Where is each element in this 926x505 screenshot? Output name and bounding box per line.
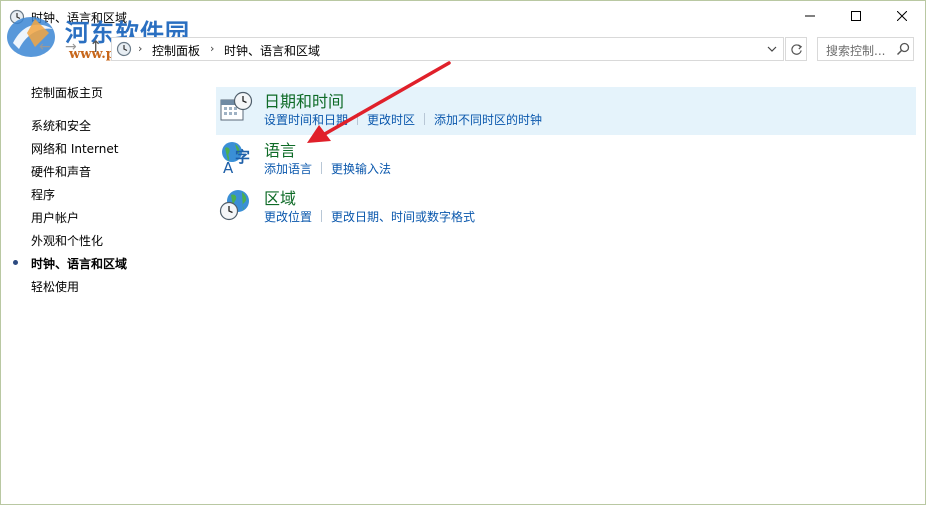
maximize-icon	[851, 11, 861, 21]
sidebar-item-hardware-sound[interactable]: 硬件和声音	[31, 163, 91, 180]
breadcrumb-clock-language-region[interactable]: 时钟、语言和区域	[224, 42, 320, 59]
link-add-language[interactable]: 添加语言	[264, 162, 312, 176]
category-date-time[interactable]: 日期和时间 设置时间和日期 更改时区 添加不同时区的时钟	[216, 87, 916, 135]
clock-globe-icon	[116, 41, 132, 57]
up-button[interactable]: ↑	[89, 37, 102, 56]
active-indicator-dot	[13, 260, 18, 265]
control-panel-window: 时钟、语言和区域 河东软件园 www.pc0359.cn ← → ↑ › 控制面…	[0, 0, 926, 505]
refresh-icon	[790, 43, 802, 55]
sidebar-item-programs[interactable]: 程序	[31, 186, 55, 203]
link-change-time-zone[interactable]: 更改时区	[367, 113, 415, 127]
link-change-location[interactable]: 更改位置	[264, 210, 312, 224]
minimize-button[interactable]	[787, 1, 833, 31]
category-links-region: 更改位置 更改日期、时间或数字格式	[264, 208, 475, 225]
back-button[interactable]: ←	[39, 39, 51, 55]
maximize-button[interactable]	[833, 1, 879, 31]
sidebar-item-clock-language-region[interactable]: 时钟、语言和区域	[31, 255, 127, 272]
category-title-date-time[interactable]: 日期和时间	[264, 88, 344, 112]
link-add-clocks[interactable]: 添加不同时区的时钟	[434, 113, 542, 127]
language-icon: A 字	[222, 142, 250, 174]
search-placeholder: 搜索控制...	[826, 44, 886, 58]
globe-clock-icon	[219, 190, 249, 221]
link-divider	[321, 210, 323, 222]
link-set-time-date[interactable]: 设置时间和日期	[264, 113, 348, 127]
breadcrumb-control-panel[interactable]: 控制面板	[152, 42, 200, 59]
link-divider	[424, 113, 426, 125]
category-links-language: 添加语言 更换输入法	[264, 160, 391, 177]
refresh-button[interactable]	[785, 37, 807, 61]
sidebar-item-control-panel-home[interactable]: 控制面板主页	[31, 84, 103, 101]
forward-button[interactable]: →	[65, 39, 77, 55]
minimize-icon	[805, 15, 815, 17]
link-change-input-method[interactable]: 更换输入法	[331, 162, 391, 176]
chevron-down-icon[interactable]	[766, 41, 778, 57]
sidebar-item-ease-of-access[interactable]: 轻松使用	[31, 278, 79, 295]
category-title-region[interactable]: 区域	[264, 185, 296, 209]
sidebar-item-network-internet[interactable]: 网络和 Internet	[31, 140, 118, 157]
close-button[interactable]	[879, 1, 925, 31]
svg-text:字: 字	[235, 148, 250, 166]
close-icon	[897, 11, 907, 21]
chevron-right-icon[interactable]: ›	[210, 42, 214, 55]
navigation-bar: ← → ↑ › 控制面板 › 时钟、语言和区域 搜索控制...	[1, 34, 925, 64]
category-links-date-time: 设置时间和日期 更改时区 添加不同时区的时钟	[264, 111, 542, 128]
sidebar-item-appearance[interactable]: 外观和个性化	[31, 232, 103, 249]
link-divider	[321, 162, 323, 174]
calendar-clock-icon	[220, 91, 253, 121]
svg-text:A: A	[223, 159, 234, 174]
category-region[interactable]: 区域 更改位置 更改日期、时间或数字格式	[216, 184, 916, 232]
sidebar: 控制面板主页 系统和安全 网络和 Internet 硬件和声音 程序 用户帐户 …	[1, 79, 201, 319]
chevron-right-icon[interactable]: ›	[138, 42, 142, 55]
address-bar[interactable]: › 控制面板 › 时钟、语言和区域	[111, 37, 784, 61]
category-title-language[interactable]: 语言	[264, 137, 296, 161]
search-field[interactable]: 搜索控制...	[817, 37, 914, 61]
link-divider	[357, 113, 359, 125]
category-language[interactable]: A 字 语言 添加语言 更换输入法	[216, 136, 916, 184]
sidebar-item-system-security[interactable]: 系统和安全	[31, 117, 91, 134]
search-icon[interactable]	[896, 42, 910, 56]
sidebar-item-user-accounts[interactable]: 用户帐户	[31, 209, 79, 226]
link-change-date-time-number-formats[interactable]: 更改日期、时间或数字格式	[331, 210, 475, 224]
